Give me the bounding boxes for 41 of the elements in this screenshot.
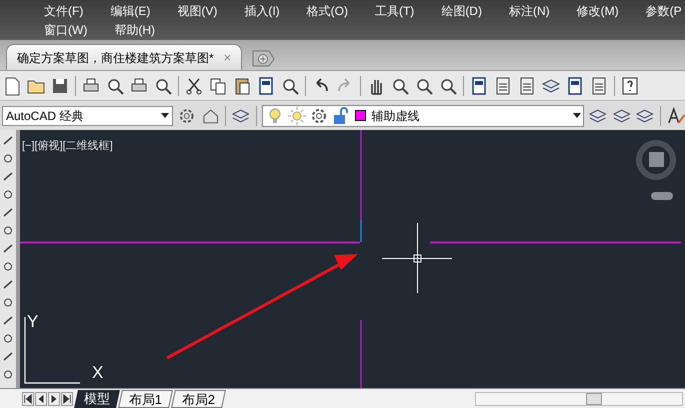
first-page-icon[interactable] xyxy=(22,392,34,406)
sun-icon[interactable] xyxy=(286,106,306,126)
tab-title: 确定方案草图，商住楼建筑方案草图* xyxy=(17,50,214,66)
workspace-dropdown[interactable]: AutoCAD 经典 xyxy=(2,106,174,126)
menu-item[interactable]: 修改(M) xyxy=(576,4,619,16)
horizontal-scrollbar[interactable] xyxy=(475,392,683,406)
viewport-label[interactable]: [−][俯视][二维线框] xyxy=(22,138,113,154)
menu-item[interactable]: 文件(F) xyxy=(44,4,84,16)
menu-item[interactable]: 标注(N) xyxy=(508,4,550,16)
layer-dropdown[interactable]: 辅助虚线 xyxy=(262,104,584,126)
caret-icon[interactable] xyxy=(573,112,582,118)
selected-line-segment xyxy=(360,220,362,242)
ucs-axes xyxy=(24,317,80,384)
menu-item[interactable]: 格式(O) xyxy=(306,4,348,16)
last-page-icon[interactable] xyxy=(61,392,73,406)
layout-tab[interactable]: 模型 xyxy=(74,390,120,408)
drawing-line xyxy=(360,320,362,388)
viewcube-drawing xyxy=(636,140,676,200)
menu-item[interactable]: 绘图(D) xyxy=(441,4,482,16)
menu-item[interactable]: 工具(T) xyxy=(374,4,414,16)
menu-item[interactable]: 编辑(E) xyxy=(110,4,150,16)
previous-icon[interactable] xyxy=(35,392,47,406)
document-tab[interactable]: 确定方案草图，商住楼建筑方案草图* × xyxy=(6,44,242,70)
help-icon[interactable] xyxy=(620,76,640,96)
axis-label: Y xyxy=(27,313,38,330)
menu-item[interactable]: 参数(P xyxy=(646,4,682,16)
menu-item[interactable]: 视图(V) xyxy=(177,4,218,16)
scissors-icon[interactable] xyxy=(184,76,204,96)
menu-item[interactable]: 窗口(W) xyxy=(44,24,88,36)
copy-icon[interactable] xyxy=(208,76,228,96)
scrollbar-thumb[interactable] xyxy=(586,392,602,404)
new-tab-icon[interactable] xyxy=(250,49,276,67)
layout-tab[interactable]: 布局2 xyxy=(171,390,226,408)
next-icon[interactable] xyxy=(48,392,60,406)
crosshair-cursor xyxy=(382,222,452,294)
menu-item[interactable]: 插入(I) xyxy=(244,4,280,16)
caret-icon[interactable] xyxy=(161,112,170,118)
axis-label: X xyxy=(92,364,104,381)
text-style-icon[interactable] xyxy=(666,106,685,126)
layout-tab[interactable]: 布局1 xyxy=(118,390,174,408)
menu-item[interactable]: 帮助(H) xyxy=(114,24,155,36)
